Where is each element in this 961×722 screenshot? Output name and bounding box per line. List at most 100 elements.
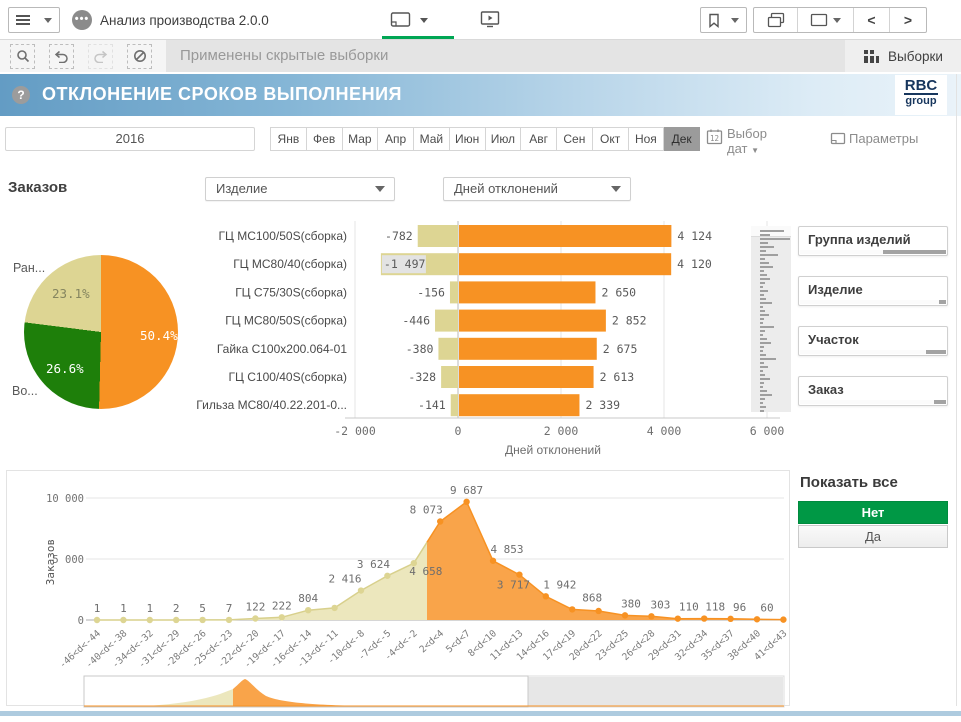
data-point[interactable] (226, 617, 232, 623)
data-point[interactable] (120, 617, 126, 623)
data-point[interactable] (569, 606, 575, 612)
step-back-icon[interactable] (49, 44, 74, 69)
selections-tool-button[interactable]: Выборки (845, 40, 961, 72)
filter-scroll-thumb[interactable] (926, 350, 946, 354)
svg-text:-141: -141 (418, 398, 446, 412)
year-filter[interactable]: 2016 (5, 127, 255, 151)
filter-scroll-track[interactable] (800, 400, 946, 404)
month-button-Июл[interactable]: Июл (486, 127, 522, 151)
previous-sheet-button[interactable]: < (854, 8, 890, 32)
filter-listbox-3[interactable]: Участок (798, 326, 948, 356)
data-point[interactable] (516, 571, 522, 577)
data-point[interactable] (384, 573, 390, 579)
help-icon[interactable]: ? (12, 86, 30, 104)
month-button-Сен[interactable]: Сен (557, 127, 593, 151)
filter-scroll-track[interactable] (800, 350, 946, 354)
data-point[interactable] (305, 607, 311, 613)
bar-chart-scroll-minimap[interactable] (751, 226, 791, 412)
month-button-Авг[interactable]: Авг (521, 127, 557, 151)
orders-area-chart[interactable]: 05 00010 000Заказов1112571222228042 4163… (6, 470, 790, 710)
data-point[interactable] (490, 558, 496, 564)
dimension-dropdown[interactable]: Изделие (205, 177, 395, 201)
minimap-outside-window[interactable] (528, 677, 783, 706)
month-button-Апр[interactable]: Апр (378, 127, 414, 151)
show-all-no-button[interactable]: Нет (798, 501, 948, 524)
active-view-indicator (382, 36, 454, 39)
filter-scroll-track[interactable] (800, 300, 946, 304)
month-button-Июн[interactable]: Июн (450, 127, 486, 151)
svg-text:Гайка С100х200.064-01: Гайка С100х200.064-01 (217, 342, 347, 356)
month-button-Дек[interactable]: Дек (664, 127, 700, 151)
dashboard: ••• Анализ производства 2.0.0 (0, 0, 961, 722)
data-point[interactable] (463, 499, 469, 505)
date-select-button[interactable]: 12 Выбор дат ▼ (706, 126, 767, 156)
data-point[interactable] (648, 613, 654, 619)
data-point[interactable] (701, 615, 707, 621)
svg-text:8 073: 8 073 (410, 504, 443, 517)
bar-row[interactable]: ГЦ С75/30S(сборка)-1562 650 (235, 281, 636, 303)
svg-text:0: 0 (455, 424, 462, 438)
filter-scroll-thumb[interactable] (934, 400, 946, 404)
sheet-view-button[interactable] (390, 8, 454, 32)
data-point[interactable] (358, 587, 364, 593)
filter-scroll-track[interactable] (800, 250, 946, 254)
presentation-icon[interactable] (480, 10, 500, 33)
bookmarks-button[interactable] (700, 7, 747, 33)
bar-row[interactable]: Гильза МС80/40.22.201-0...-1412 339 (196, 394, 620, 416)
bar-row[interactable]: ГЦ С100/40S(сборка)-3282 613 (229, 366, 635, 388)
data-point[interactable] (94, 617, 100, 623)
parameters-button[interactable]: Параметры (830, 131, 918, 146)
current-sheet-button[interactable] (798, 8, 854, 32)
data-point[interactable] (147, 617, 153, 623)
next-sheet-button[interactable]: > (890, 8, 926, 32)
clear-selections-icon[interactable] (127, 44, 152, 69)
data-point[interactable] (252, 615, 258, 621)
bar-row[interactable]: ГЦ МС100/50S(сборка)-7824 124 (219, 225, 713, 247)
filter-scroll-thumb[interactable] (939, 300, 946, 304)
svg-text:7: 7 (226, 602, 233, 615)
svg-text:4 658: 4 658 (409, 565, 442, 578)
data-point[interactable] (279, 614, 285, 620)
bar-row[interactable]: ГЦ МС80/40(сборка)-1 4974 120 (233, 253, 712, 275)
filter-listbox-1[interactable]: Группа изделий (798, 226, 948, 256)
minimap-bar (760, 238, 790, 240)
data-point[interactable] (727, 616, 733, 622)
month-button-Мар[interactable]: Мар (343, 127, 379, 151)
minimap-bar (760, 410, 764, 412)
show-all-yes-button[interactable]: Да (798, 525, 948, 548)
month-button-Окт[interactable]: Окт (593, 127, 629, 151)
search-selections-icon[interactable] (10, 44, 35, 69)
minimap-bar (760, 402, 763, 404)
svg-text:96: 96 (733, 601, 746, 614)
bar-row[interactable]: Гайка С100х200.064-01-3802 675 (217, 338, 638, 360)
data-point[interactable] (780, 616, 786, 622)
data-point[interactable] (543, 593, 549, 599)
month-button-Янв[interactable]: Янв (270, 127, 307, 151)
data-point[interactable] (173, 617, 179, 623)
data-point[interactable] (331, 605, 337, 611)
month-button-Ноя[interactable]: Ноя (629, 127, 665, 151)
area-chart-scroll-minimap[interactable] (84, 676, 784, 707)
data-point[interactable] (754, 616, 760, 622)
filter-scroll-thumb[interactable] (883, 250, 946, 254)
measure-dropdown[interactable]: Дней отклонений (443, 177, 631, 201)
minimap-bar (760, 290, 768, 292)
month-button-Май[interactable]: Май (414, 127, 450, 151)
data-point[interactable] (595, 608, 601, 614)
filter-listbox-2[interactable]: Изделие (798, 276, 948, 306)
data-point[interactable] (675, 615, 681, 621)
sheet-overview-button[interactable] (754, 8, 798, 32)
minimap-bar (760, 230, 784, 232)
svg-text:2 650: 2 650 (601, 285, 636, 299)
data-point[interactable] (622, 612, 628, 618)
data-point[interactable] (199, 617, 205, 623)
step-forward-icon[interactable] (88, 44, 113, 69)
filter-listbox-4[interactable]: Заказ (798, 376, 948, 406)
data-point[interactable] (437, 518, 443, 524)
deviation-bar-chart[interactable]: -2 00002 0004 0006 000ГЦ МС100/50S(сборк… (195, 213, 795, 463)
svg-text:6 000: 6 000 (750, 424, 785, 438)
month-button-Фев[interactable]: Фев (307, 127, 343, 151)
bar-row[interactable]: ГЦ МС80/50S(сборка)-4462 852 (225, 310, 646, 332)
main-menu-button[interactable] (8, 7, 60, 33)
svg-text:118: 118 (705, 601, 725, 614)
